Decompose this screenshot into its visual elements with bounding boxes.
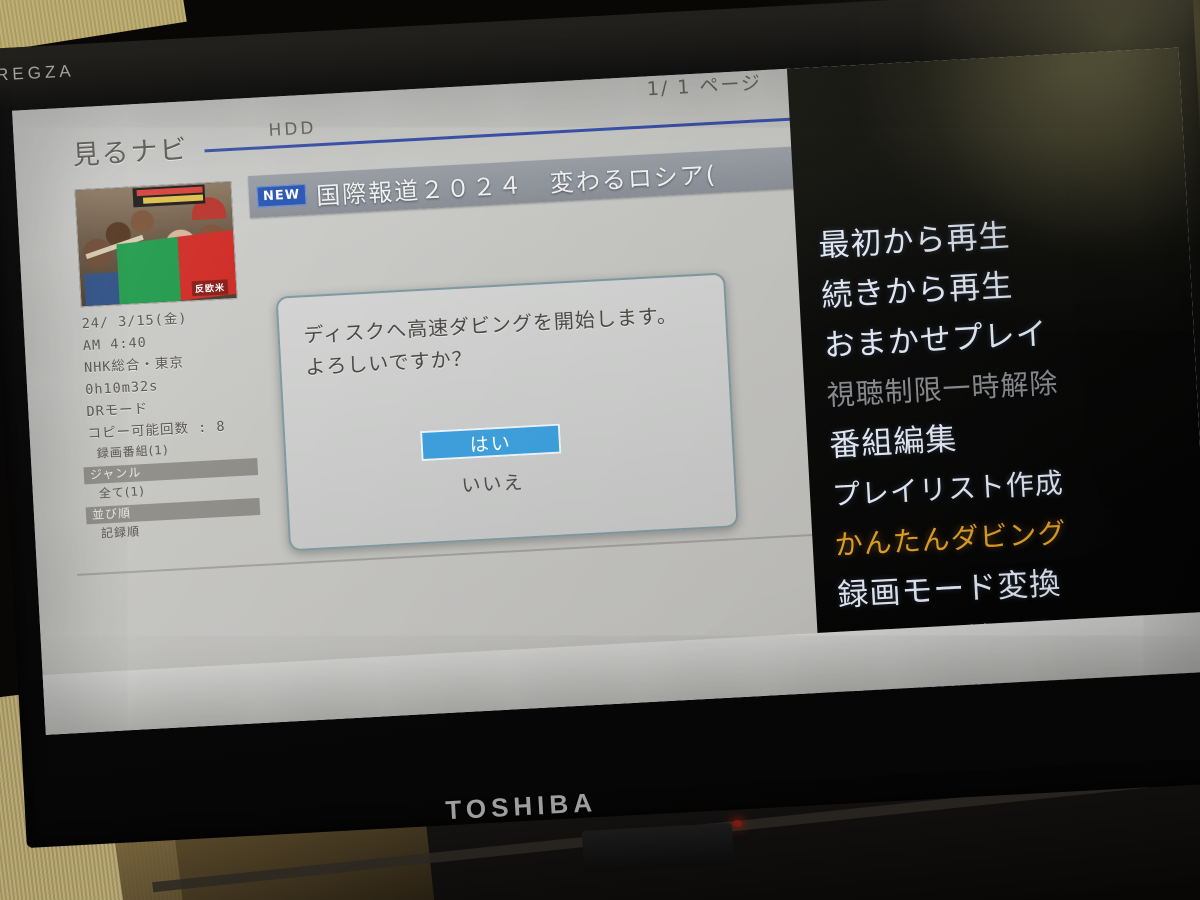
yes-button[interactable]: はい [420, 423, 562, 462]
no-button[interactable]: いいえ [422, 464, 563, 502]
thumbnail-subtitle: 反欧米 [191, 279, 229, 297]
ambient-reflection-right [860, 0, 1200, 330]
dialog-message: ディスクへ高速ダビングを開始します。 よろしいですか？ [303, 297, 714, 383]
regza-logo: REGZA [0, 61, 76, 85]
filter-panel: 録画番組(1) ジャンル 全て(1) 並び順 記録順 [82, 435, 267, 545]
source-label-hdd: HDD [268, 118, 317, 141]
thumbnail-flag [116, 229, 238, 308]
screenshot-root: REGZA TOSHIBA 見るナビ HDD 1/ 1 ページ 反欧米 24/ … [0, 0, 1200, 900]
program-thumbnail: 反欧米 [74, 180, 238, 308]
program-list-row[interactable]: NEW 国際報道２０２４ 変わるロシア( [247, 143, 850, 219]
new-badge: NEW [256, 183, 307, 208]
program-title: 国際報道２０２４ 変わるロシア( [315, 160, 718, 210]
tv-stand-neck [581, 822, 734, 873]
program-metadata: 24/ 3/15(金) AM 4:40 NHK総合・東京 0h10m32s DR… [81, 304, 253, 445]
confirmation-dialog: ディスクへ高速ダビングを開始します。 よろしいですか？ はい いいえ [275, 272, 739, 552]
page-title: 見るナビ [71, 134, 190, 172]
